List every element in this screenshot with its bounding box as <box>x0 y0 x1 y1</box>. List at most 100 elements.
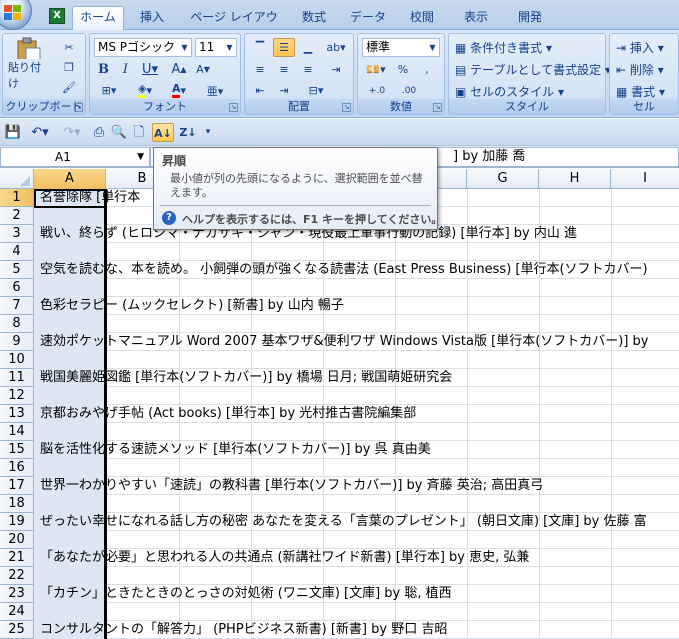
delete-cells-button[interactable]: ⇤ 削除 ▾ <box>616 61 664 78</box>
underline-icon[interactable]: U▾ <box>138 60 162 79</box>
row-header[interactable]: 15 <box>0 441 34 459</box>
format-cells-button[interactable]: ▦ 書式 ▾ <box>616 83 665 100</box>
decrease-indent-icon[interactable]: ⇤ <box>249 81 271 100</box>
column-header-g[interactable]: G <box>467 169 539 189</box>
sort-ascending-icon[interactable]: A↓ <box>152 123 174 142</box>
cell-a[interactable] <box>34 531 105 549</box>
number-format-combo[interactable]: 標準 ▼ <box>362 38 440 57</box>
cell-a[interactable] <box>34 423 105 441</box>
cell-a[interactable] <box>34 315 105 333</box>
cell-a[interactable] <box>34 207 105 225</box>
cell-a[interactable] <box>34 351 105 369</box>
percent-icon[interactable]: % <box>392 60 414 79</box>
row-header[interactable]: 25 <box>0 621 34 639</box>
save-icon[interactable]: 💾 <box>4 123 22 142</box>
cell-a[interactable] <box>34 459 105 477</box>
cut-icon[interactable]: ✂ <box>59 38 79 56</box>
tab-review[interactable]: 校閲 <box>400 7 444 30</box>
fill-color-icon[interactable]: ◈ ▾ <box>130 81 160 100</box>
row-header[interactable]: 10 <box>0 351 34 369</box>
currency-icon[interactable]: 💴▾ <box>362 60 390 79</box>
sort-descending-icon[interactable]: Z↓ <box>178 123 198 142</box>
tab-insert[interactable]: 挿入 <box>130 7 174 30</box>
increase-decimal-icon[interactable]: +.0 <box>362 81 392 100</box>
cell-a[interactable] <box>34 279 105 297</box>
column-header-a[interactable]: A <box>34 169 106 189</box>
paste-button[interactable]: 貼り付け <box>7 36 51 92</box>
tab-view[interactable]: 表示 <box>454 7 498 30</box>
cell-a[interactable] <box>34 603 105 621</box>
font-launcher-icon[interactable]: ↘ <box>229 103 238 112</box>
font-color-icon[interactable]: A ▾ <box>164 81 194 100</box>
conditional-format-button[interactable]: ▦ 条件付き書式 ▾ <box>455 39 552 56</box>
row-header[interactable]: 23 <box>0 585 34 603</box>
row-header[interactable]: 2 <box>0 207 34 225</box>
insert-cells-button[interactable]: ⇥ 挿入 ▾ <box>616 39 664 56</box>
row-header[interactable]: 3 <box>0 225 34 243</box>
name-box[interactable]: A1 ▼ <box>0 147 150 167</box>
align-top-icon[interactable]: ▔ <box>249 38 271 57</box>
alignment-launcher-icon[interactable]: ↘ <box>342 103 351 112</box>
row-header[interactable]: 12 <box>0 387 34 405</box>
row-header[interactable]: 17 <box>0 477 34 495</box>
format-painter-icon[interactable]: 🖌 <box>59 78 79 96</box>
row-header[interactable]: 16 <box>0 459 34 477</box>
increase-indent-icon[interactable]: ⇥ <box>273 81 295 100</box>
customize-toolbar-icon[interactable]: ▾ <box>202 123 214 142</box>
row-header[interactable]: 4 <box>0 243 34 261</box>
row-header[interactable]: 8 <box>0 315 34 333</box>
row-header[interactable]: 18 <box>0 495 34 513</box>
row-header[interactable]: 6 <box>0 279 34 297</box>
row-header[interactable]: 7 <box>0 297 34 315</box>
phonetic-icon[interactable]: 亜▾ <box>200 81 230 100</box>
row-header[interactable]: 13 <box>0 405 34 423</box>
bold-icon[interactable]: B <box>94 60 113 79</box>
wrap-text-icon[interactable]: ⇥ <box>323 60 349 79</box>
tab-home[interactable]: ホーム <box>72 6 124 31</box>
border-icon[interactable]: ⊞▾ <box>94 81 124 100</box>
print-preview-icon[interactable]: 🔍 <box>110 123 128 142</box>
row-header[interactable]: 24 <box>0 603 34 621</box>
redo-icon[interactable]: ↷▾ <box>58 123 86 142</box>
comma-icon[interactable]: , <box>416 60 438 79</box>
decrease-font-icon[interactable]: A ▼ <box>192 60 214 79</box>
italic-icon[interactable]: I <box>116 60 135 79</box>
align-left-icon[interactable]: ≡ <box>249 60 271 79</box>
align-middle-icon[interactable]: ☰ <box>273 38 295 57</box>
tab-developer[interactable]: 開発 <box>508 7 552 30</box>
row-header[interactable]: 14 <box>0 423 34 441</box>
row-header[interactable]: 11 <box>0 369 34 387</box>
column-header-i[interactable]: I <box>611 169 679 189</box>
merge-center-icon[interactable]: ⊟▾ <box>301 81 331 100</box>
align-bottom-icon[interactable]: ▁ <box>297 38 319 57</box>
increase-font-icon[interactable]: A ▲ <box>168 60 190 79</box>
undo-icon[interactable]: ↶▾ <box>26 123 54 142</box>
cell-a[interactable] <box>34 567 105 585</box>
tab-data[interactable]: データ <box>346 7 390 30</box>
row-header[interactable]: 1 <box>0 189 34 207</box>
align-center-icon[interactable]: ≡ <box>273 60 295 79</box>
office-button[interactable] <box>0 0 32 30</box>
cell-a[interactable] <box>34 387 105 405</box>
cell-a[interactable] <box>34 243 105 261</box>
number-launcher-icon[interactable]: ↘ <box>433 103 442 112</box>
row-header[interactable]: 5 <box>0 261 34 279</box>
row-header[interactable]: 20 <box>0 531 34 549</box>
tab-formulas[interactable]: 数式 <box>292 7 336 30</box>
format-as-table-button[interactable]: ▤ テーブルとして書式設定 ▾ <box>455 61 611 78</box>
cell-a[interactable] <box>34 495 105 513</box>
excel-icon[interactable]: X <box>49 8 65 24</box>
column-header-h[interactable]: H <box>539 169 611 189</box>
font-size-combo[interactable]: 11 ▼ <box>195 38 237 57</box>
row-header[interactable]: 19 <box>0 513 34 531</box>
select-all-corner[interactable] <box>0 169 34 189</box>
cell-styles-button[interactable]: ▣ セルのスタイル ▾ <box>455 83 564 100</box>
clipboard-launcher-icon[interactable]: ↘ <box>74 103 83 112</box>
font-name-combo[interactable]: MS Pゴシック ▼ <box>94 38 192 57</box>
new-document-icon[interactable]: 🗋 <box>130 123 148 142</box>
print-icon[interactable]: ⎙ <box>90 123 108 142</box>
row-header[interactable]: 21 <box>0 549 34 567</box>
row-header[interactable]: 22 <box>0 567 34 585</box>
copy-icon[interactable]: ❐ <box>59 58 79 76</box>
worksheet-grid[interactable]: 1 名誉除隊 [単行本 2 3 戦い、終らず (ヒロシマ・ナガサキ・ジャン・現役最上軍事… <box>0 189 679 639</box>
